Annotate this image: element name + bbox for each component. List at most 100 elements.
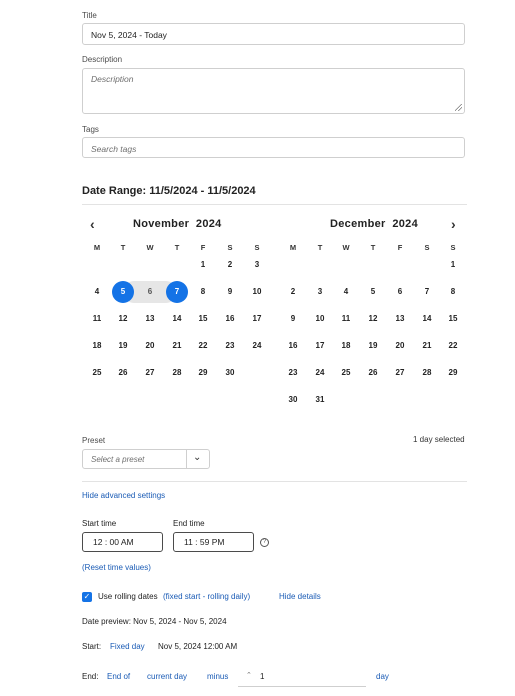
chevron-right-icon[interactable]: ›: [451, 216, 456, 232]
calendar-day[interactable]: 9: [282, 308, 304, 330]
calendar-day[interactable]: 5: [362, 281, 384, 303]
weekday-header: F: [200, 243, 206, 252]
calendar-day[interactable]: 23: [219, 335, 241, 357]
calendar-day[interactable]: 27: [139, 362, 161, 384]
preset-separator: [186, 450, 187, 468]
calendar-day[interactable]: 14: [166, 308, 188, 330]
calendar-day[interactable]: 6: [139, 281, 161, 303]
calendar-day[interactable]: 2: [282, 281, 304, 303]
start-mode-link[interactable]: Fixed day: [110, 642, 145, 651]
left-month-name: November: [133, 218, 190, 230]
reset-time-values-link[interactable]: (Reset time values): [82, 563, 151, 572]
calendar-day[interactable]: 11: [86, 308, 108, 330]
start-time-input[interactable]: 12 : 00 AM: [82, 532, 163, 552]
calendar-day[interactable]: 3: [246, 254, 268, 276]
end-amount-input[interactable]: 1: [260, 672, 264, 681]
tags-search-input[interactable]: Search tags: [82, 137, 465, 158]
calendar-day[interactable]: 30: [219, 362, 241, 384]
right-month-name: December: [330, 218, 386, 230]
calendar-day[interactable]: 4: [335, 281, 357, 303]
calendar-day[interactable]: 22: [192, 335, 214, 357]
current-day-link[interactable]: current day: [147, 672, 187, 681]
calendar-day[interactable]: 25: [335, 362, 357, 384]
calendar-day[interactable]: 13: [389, 308, 411, 330]
chevron-left-icon[interactable]: ‹: [90, 216, 95, 232]
preset-placeholder: Select a preset: [91, 455, 145, 464]
minus-link[interactable]: minus: [207, 672, 228, 681]
weekday-header: M: [93, 243, 101, 252]
rolling-dates-checkbox[interactable]: ✓: [82, 592, 92, 602]
calendar-day[interactable]: 24: [246, 335, 268, 357]
preset-select[interactable]: Select a preset ⌄: [82, 449, 210, 469]
calendar-day[interactable]: 26: [362, 362, 384, 384]
calendar-day[interactable]: 31: [309, 389, 331, 411]
calendar-day[interactable]: 8: [442, 281, 464, 303]
calendar-day[interactable]: 21: [166, 335, 188, 357]
weekday-header: W: [342, 243, 350, 252]
calendar-day[interactable]: 19: [362, 335, 384, 357]
calendar-day[interactable]: 8: [192, 281, 214, 303]
calendar-day[interactable]: 28: [416, 362, 438, 384]
days-selected-count: 1 day selected: [413, 435, 465, 444]
calendar-day[interactable]: 24: [309, 362, 331, 384]
start-time-label: Start time: [82, 519, 117, 528]
calendar-day[interactable]: 15: [192, 308, 214, 330]
calendar-day[interactable]: 12: [112, 308, 134, 330]
preset-label: Preset: [82, 436, 106, 445]
calendar-day[interactable]: 20: [389, 335, 411, 357]
calendar-day[interactable]: 5: [112, 281, 134, 303]
calendar-day[interactable]: 25: [86, 362, 108, 384]
calendar-day[interactable]: 2: [219, 254, 241, 276]
calendar-day[interactable]: 23: [282, 362, 304, 384]
end-label: End:: [82, 672, 99, 681]
hide-details-link[interactable]: Hide details: [279, 592, 321, 601]
calendar-day[interactable]: 1: [442, 254, 464, 276]
calendar-day[interactable]: 3: [309, 281, 331, 303]
start-label: Start:: [82, 642, 102, 651]
calendar-day[interactable]: 11: [335, 308, 357, 330]
calendar-day[interactable]: 12: [362, 308, 384, 330]
tags-label: Tags: [82, 125, 99, 134]
calendar-day[interactable]: 29: [192, 362, 214, 384]
calendar-day[interactable]: 18: [335, 335, 357, 357]
calendar-day[interactable]: 26: [112, 362, 134, 384]
resize-handle-icon[interactable]: [455, 104, 462, 111]
calendar-day[interactable]: 16: [282, 335, 304, 357]
calendar-day[interactable]: 14: [416, 308, 438, 330]
end-of-link[interactable]: End of: [107, 672, 130, 681]
calendar-day[interactable]: 7: [416, 281, 438, 303]
calendar-day[interactable]: 17: [309, 335, 331, 357]
calendar-day[interactable]: 9: [219, 281, 241, 303]
info-icon[interactable]: ?: [260, 538, 269, 547]
calendar-day[interactable]: 15: [442, 308, 464, 330]
title-input[interactable]: Nov 5, 2024 - Today: [82, 23, 465, 45]
rolling-mode-link[interactable]: (fixed start - rolling daily): [163, 592, 250, 601]
end-time-label: End time: [173, 519, 205, 528]
calendar-day[interactable]: 30: [282, 389, 304, 411]
calendar-day[interactable]: 27: [389, 362, 411, 384]
calendar-day[interactable]: 10: [246, 281, 268, 303]
calendar-day[interactable]: 13: [139, 308, 161, 330]
stepper-up-icon[interactable]: ⌃: [246, 671, 252, 679]
calendar-day[interactable]: 4: [86, 281, 108, 303]
calendar-day[interactable]: 18: [86, 335, 108, 357]
amount-underline: [238, 686, 366, 687]
calendar-day[interactable]: 10: [309, 308, 331, 330]
calendar-day[interactable]: 6: [389, 281, 411, 303]
calendar-day[interactable]: 22: [442, 335, 464, 357]
calendar-day[interactable]: 1: [192, 254, 214, 276]
end-time-input[interactable]: 11 : 59 PM: [173, 532, 254, 552]
description-textarea[interactable]: Description: [82, 68, 465, 114]
hide-advanced-settings-link[interactable]: Hide advanced settings: [82, 491, 165, 500]
weekday-header: T: [120, 243, 126, 252]
calendar-day[interactable]: 21: [416, 335, 438, 357]
calendar-day[interactable]: 7: [166, 281, 188, 303]
end-unit-link[interactable]: day: [376, 672, 389, 681]
calendar-day[interactable]: 19: [112, 335, 134, 357]
calendar-day[interactable]: 20: [139, 335, 161, 357]
chevron-down-icon[interactable]: ⌄: [193, 452, 201, 463]
calendar-day[interactable]: 16: [219, 308, 241, 330]
calendar-day[interactable]: 29: [442, 362, 464, 384]
calendar-day[interactable]: 17: [246, 308, 268, 330]
calendar-day[interactable]: 28: [166, 362, 188, 384]
